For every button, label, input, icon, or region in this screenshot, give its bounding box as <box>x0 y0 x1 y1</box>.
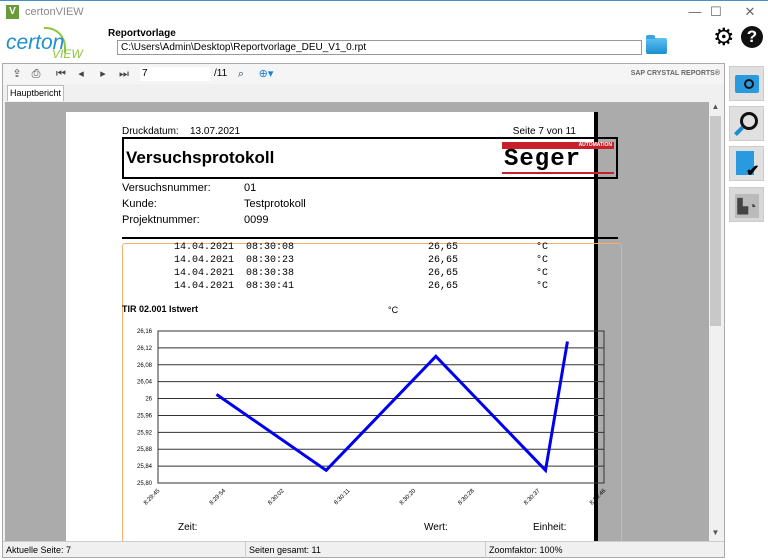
field-label: Kunde: <box>122 198 157 210</box>
row-date: 14.04.2021 <box>174 268 234 279</box>
report-canvas: Druckdatum: 13.07.2021 Seite 7 von 11 Ve… <box>5 102 709 541</box>
status-bar: Aktuelle Seite: 7 Seiten gesamt: 11 Zoom… <box>3 541 724 557</box>
close-button[interactable]: ✕ <box>735 3 765 21</box>
reportvorlage-label: Reportvorlage <box>108 28 176 39</box>
sap-brand: SAP CRYSTAL REPORTS® <box>631 70 720 77</box>
field-value: Testprotokoll <box>244 198 306 210</box>
x-tick-label: 8:29:54 <box>209 488 228 507</box>
logo-subtext: VIEW <box>52 47 83 61</box>
footer-einheit: Einheit: <box>533 522 566 533</box>
page-info: Seite 7 von 11 <box>513 126 576 137</box>
y-tick-label: 26,12 <box>137 346 153 352</box>
status-total-pages: Seiten gesamt: 11 <box>249 545 321 555</box>
tab-hauptbericht[interactable]: Hauptbericht <box>7 85 64 101</box>
y-tick-label: 25,88 <box>137 447 153 453</box>
report-title: Versuchsprotokoll <box>126 148 274 168</box>
row-unit: °C <box>536 242 548 253</box>
status-current-page: Aktuelle Seite: 7 <box>6 545 71 555</box>
y-tick-label: 26,16 <box>137 329 153 335</box>
y-tick-label: 25,84 <box>137 464 153 470</box>
maximize-button[interactable]: ☐ <box>701 3 731 21</box>
row-date: 14.04.2021 <box>174 255 234 266</box>
open-report-button[interactable] <box>729 66 764 101</box>
y-tick-label: 26 <box>145 397 152 403</box>
gear-icon[interactable]: ⚙ <box>713 26 735 50</box>
x-tick-label: 8:30:11 <box>333 488 352 507</box>
x-tick-label: 8:30:46 <box>589 488 608 507</box>
scroll-up-icon[interactable]: ▲ <box>709 102 722 115</box>
page-total: /11 <box>214 68 227 79</box>
open-folder-icon[interactable] <box>646 38 667 54</box>
row-date: 14.04.2021 <box>174 242 234 253</box>
app-icon: V <box>6 5 19 19</box>
next-page-icon[interactable]: ▸ <box>95 67 111 81</box>
row-value: 26,65 <box>428 268 458 279</box>
export-icon[interactable]: ⇪ <box>9 67 25 81</box>
scroll-down-icon[interactable]: ▼ <box>709 528 722 541</box>
first-page-icon[interactable]: ⏮ <box>53 67 69 81</box>
row-date: 14.04.2021 <box>174 281 234 292</box>
y-tick-label: 26,04 <box>137 380 153 386</box>
row-time: 08:30:08 <box>246 242 294 253</box>
row-time: 08:30:41 <box>246 281 294 292</box>
series-line <box>216 342 567 471</box>
title-box: Versuchsprotokoll AUTOMATION Seger <box>122 137 618 179</box>
search-button[interactable] <box>729 106 764 141</box>
x-tick-label: 8:30:20 <box>399 488 418 507</box>
viewer-toolbar: ⇪ ⎙ ⏮ ◂ ▸ ⏭ 7 /11 ⌕ ⊕▾ SAP CRYSTAL REPOR… <box>3 64 724 84</box>
help-icon[interactable]: ? <box>741 26 763 48</box>
find-binoculars-icon[interactable]: ⌕ <box>233 67 249 81</box>
certon-logo: certon VIEW <box>4 27 94 63</box>
zoom-dropdown-icon[interactable]: ⊕▾ <box>255 67 277 81</box>
report-path-input[interactable]: C:\Users\Admin\Desktop\Reportvorlage_DEU… <box>117 40 642 55</box>
row-value: 26,65 <box>428 281 458 292</box>
field-value: 0099 <box>244 214 268 226</box>
druckdatum-label: Druckdatum: <box>122 126 179 137</box>
row-time: 08:30:38 <box>246 268 294 279</box>
page-number-input[interactable]: 7 <box>140 67 210 81</box>
logo-sub: AUTOMATION <box>579 142 612 148</box>
status-zoom: Zoomfaktor: 100% <box>489 545 563 555</box>
validate-report-button[interactable]: ✔ <box>729 146 764 181</box>
chart-unit: °C <box>388 305 398 315</box>
footer-wert: Wert: <box>424 522 448 533</box>
field-value: 01 <box>244 182 256 194</box>
y-tick-label: 25,92 <box>137 430 153 436</box>
prev-page-icon[interactable]: ◂ <box>73 67 89 81</box>
row-unit: °C <box>536 255 548 266</box>
x-tick-label: 8:30:37 <box>523 488 542 507</box>
row-value: 26,65 <box>428 242 458 253</box>
report-page: Druckdatum: 13.07.2021 Seite 7 von 11 Ve… <box>66 112 598 541</box>
row-value: 26,65 <box>428 255 458 266</box>
row-unit: °C <box>536 268 548 279</box>
chart-settings-button[interactable]: ▙◔ <box>729 187 764 222</box>
field-label: Versuchsnummer: <box>122 182 211 194</box>
divider <box>122 237 618 239</box>
line-chart: 25,80 25,84 25,88 25,92 25,96 26 26,04 26,08 26,… <box>106 317 626 522</box>
last-page-icon[interactable]: ⏭ <box>116 67 132 81</box>
x-tick-label: 8:29:45 <box>143 488 162 507</box>
report-viewer: ⇪ ⎙ ⏮ ◂ ▸ ⏭ 7 /11 ⌕ ⊕▾ SAP CRYSTAL REPOR… <box>2 63 725 558</box>
druckdatum-value: 13.07.2021 <box>190 126 240 137</box>
scroll-thumb[interactable] <box>710 116 721 326</box>
y-tick-label: 25,80 <box>137 481 153 487</box>
field-label: Projektnummer: <box>122 214 200 226</box>
print-icon[interactable]: ⎙ <box>28 67 44 81</box>
row-unit: °C <box>536 281 548 292</box>
seger-logo: AUTOMATION Seger <box>502 142 614 175</box>
logo-main: Seger <box>504 146 581 173</box>
row-time: 08:30:23 <box>246 255 294 266</box>
y-tick-label: 25,96 <box>137 413 153 419</box>
chart-title: TIR 02.001 Istwert <box>122 304 198 314</box>
vertical-scrollbar[interactable]: ▲ ▼ <box>709 102 722 541</box>
footer-zeit: Zeit: <box>178 522 197 533</box>
chart-icon: ▙◔ <box>735 194 759 218</box>
window-title: certonVIEW <box>25 6 84 18</box>
title-bar: V certonVIEW — ☐ ✕ <box>0 0 768 22</box>
x-tick-label: 8:30:28 <box>457 488 476 507</box>
x-tick-label: 8:30:02 <box>267 488 286 507</box>
y-tick-label: 26,08 <box>137 363 153 369</box>
